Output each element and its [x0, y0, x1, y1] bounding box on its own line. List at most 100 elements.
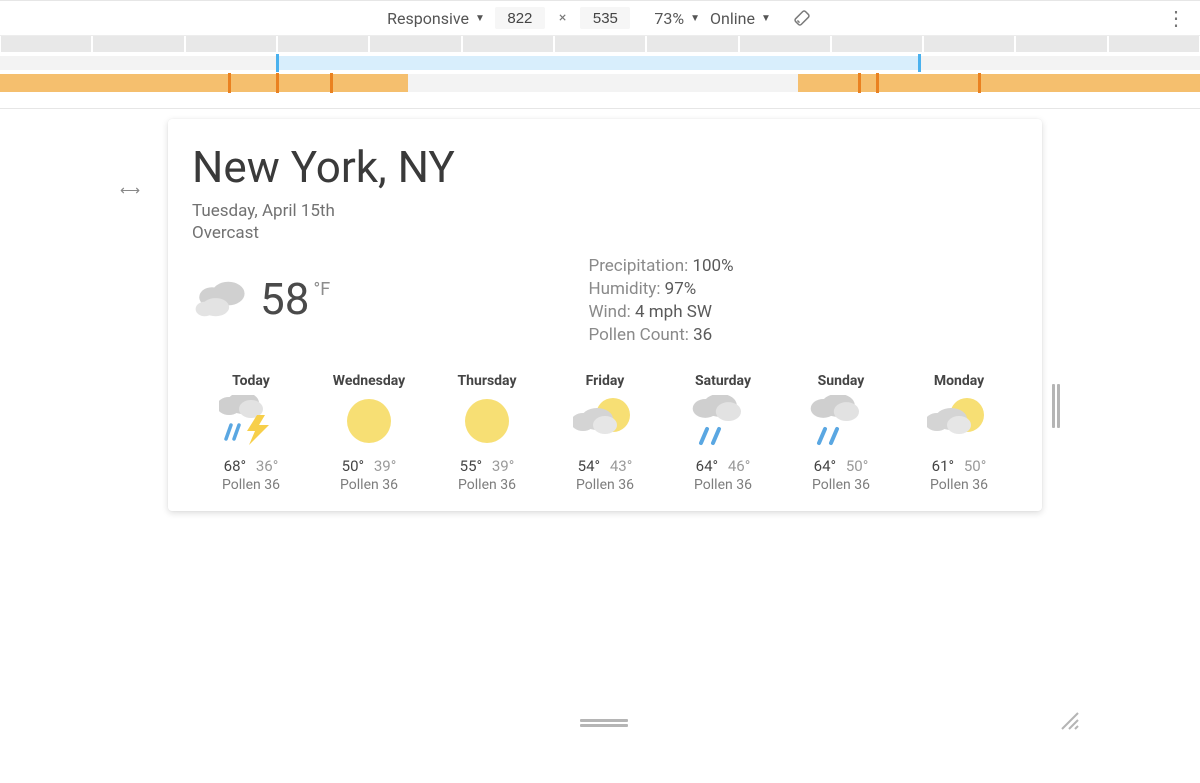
- forecast-temps: 68° 36°: [192, 457, 310, 475]
- forecast-sun-clouds-icon: [573, 395, 637, 447]
- forecast-temps: 61° 50°: [900, 457, 1018, 475]
- ruler-block[interactable]: [278, 36, 368, 52]
- ruler-block[interactable]: [740, 36, 830, 52]
- media-query-rulers: [0, 36, 1200, 109]
- forecast-sunny-icon: [337, 395, 401, 447]
- media-query-tick[interactable]: [330, 73, 333, 93]
- ruler-block[interactable]: [647, 36, 737, 52]
- media-query-tick[interactable]: [228, 73, 231, 93]
- ruler-block[interactable]: [832, 36, 922, 52]
- forecast-pollen: Pollen 36: [192, 477, 310, 493]
- resize-handle-bottom[interactable]: [580, 719, 628, 727]
- forecast-day[interactable]: Wednesday 50° 39° Pollen 36: [310, 373, 428, 493]
- dimension-separator: ×: [555, 10, 570, 26]
- forecast-high: 54°: [578, 457, 600, 475]
- overcast-icon: [192, 275, 250, 323]
- current-temp-value: 58: [260, 273, 309, 325]
- ruler-block[interactable]: [93, 36, 183, 52]
- wind-label: Wind:: [588, 302, 630, 322]
- ruler-min-width-row[interactable]: [0, 74, 1200, 92]
- ruler-block[interactable]: [1109, 36, 1199, 52]
- forecast-day[interactable]: Saturday 64° 46° Pollen 36: [664, 373, 782, 493]
- ruler-max-width-row[interactable]: [0, 56, 1200, 70]
- precip-value: 100%: [692, 256, 733, 276]
- forecast-low: 43°: [610, 457, 632, 475]
- ruler-block[interactable]: [463, 36, 553, 52]
- forecast-day[interactable]: Sunday 64° 50° Pollen 36: [782, 373, 900, 493]
- location-title: New York, NY: [192, 141, 1018, 193]
- ruler-block[interactable]: [370, 36, 460, 52]
- forecast-high: 50°: [342, 457, 364, 475]
- zoom-select[interactable]: 73% ▼: [654, 9, 700, 28]
- media-query-cap-left[interactable]: [276, 54, 279, 72]
- forecast-pollen: Pollen 36: [310, 477, 428, 493]
- handle-bar: [1057, 384, 1060, 428]
- forecast-rain-icon: [691, 395, 755, 447]
- dropdown-triangle-icon: ▼: [761, 13, 771, 24]
- zoom-label: 73%: [654, 9, 684, 28]
- current-condition: Overcast: [192, 223, 1018, 243]
- ruler-block[interactable]: [924, 36, 1014, 52]
- forecast-rain-icon: [809, 395, 873, 447]
- rotate-orientation-button[interactable]: [791, 7, 813, 29]
- resize-handle-right[interactable]: [1052, 384, 1060, 428]
- viewport-height-input[interactable]: [580, 7, 630, 29]
- forecast-day-label: Thursday: [428, 373, 546, 389]
- more-options-button[interactable]: ⋮: [1166, 1, 1186, 35]
- current-date: Tuesday, April 15th: [192, 201, 1018, 221]
- forecast-sun-clouds-icon: [927, 395, 991, 447]
- forecast-day[interactable]: Friday 54° 43° Pollen 36: [546, 373, 664, 493]
- forecast-day-label: Wednesday: [310, 373, 428, 389]
- ruler-block[interactable]: [1, 36, 91, 52]
- media-query-range[interactable]: [276, 56, 918, 70]
- network-throttle-select[interactable]: Online ▼: [710, 9, 771, 28]
- device-toolbar: Responsive ▼ × 73% ▼ Online ▼ ⋮: [0, 0, 1200, 36]
- forecast-pollen: Pollen 36: [428, 477, 546, 493]
- media-query-tick[interactable]: [858, 73, 861, 93]
- current-weather-row: 58 °F Precipitation: 100% Humidity: 97% …: [192, 251, 1018, 347]
- emulated-page: New York, NY Tuesday, April 15th Overcas…: [160, 109, 1050, 717]
- network-label: Online: [710, 9, 755, 28]
- viewport-width-input[interactable]: [495, 7, 545, 29]
- forecast-high: 64°: [696, 457, 718, 475]
- forecast-low: 39°: [492, 457, 514, 475]
- resize-handle-left[interactable]: ⟷: [120, 183, 138, 199]
- forecast-day[interactable]: Thursday 55° 39° Pollen 36: [428, 373, 546, 493]
- forecast-high: 61°: [932, 457, 954, 475]
- forecast-storm-icon: [219, 395, 283, 447]
- forecast-pollen: Pollen 36: [900, 477, 1018, 493]
- forecast-temps: 64° 46°: [664, 457, 782, 475]
- temp-unit: °F: [313, 279, 330, 300]
- media-query-seg-left[interactable]: [0, 74, 408, 92]
- media-query-tick[interactable]: [276, 73, 279, 93]
- media-query-tick[interactable]: [978, 73, 981, 93]
- handle-bar: [1052, 384, 1055, 428]
- ruler-blocks-row[interactable]: [0, 36, 1200, 52]
- forecast-temps: 55° 39°: [428, 457, 546, 475]
- forecast-day-label: Monday: [900, 373, 1018, 389]
- handle-bar: [580, 719, 628, 722]
- forecast-day[interactable]: Monday 61° 50° Pollen 36: [900, 373, 1018, 493]
- media-query-tick[interactable]: [876, 73, 879, 93]
- forecast-temps: 64° 50°: [782, 457, 900, 475]
- forecast-day[interactable]: Today 68° 36° Pollen 36: [192, 373, 310, 493]
- rotate-icon: [788, 4, 816, 32]
- device-preset-label: Responsive: [387, 9, 469, 28]
- resize-handle-corner[interactable]: [1058, 709, 1080, 731]
- forecast-pollen: Pollen 36: [664, 477, 782, 493]
- handle-bar: [580, 724, 628, 727]
- emulated-viewport-area: ⟷ New York, NY Tuesday, April 15th Overc…: [0, 109, 1200, 748]
- ruler-block[interactable]: [186, 36, 276, 52]
- device-preset-select[interactable]: Responsive ▼: [387, 9, 485, 28]
- forecast-low: 46°: [728, 457, 750, 475]
- current-details: Precipitation: 100% Humidity: 97% Wind: …: [588, 251, 733, 347]
- ruler-block[interactable]: [555, 36, 645, 52]
- pollen-value: 36: [693, 325, 712, 345]
- forecast-pollen: Pollen 36: [782, 477, 900, 493]
- dropdown-triangle-icon: ▼: [690, 13, 700, 24]
- ruler-block[interactable]: [1016, 36, 1106, 52]
- forecast-day-label: Saturday: [664, 373, 782, 389]
- forecast-low: 39°: [374, 457, 396, 475]
- media-query-cap-right[interactable]: [918, 54, 921, 72]
- weather-card: New York, NY Tuesday, April 15th Overcas…: [168, 119, 1042, 511]
